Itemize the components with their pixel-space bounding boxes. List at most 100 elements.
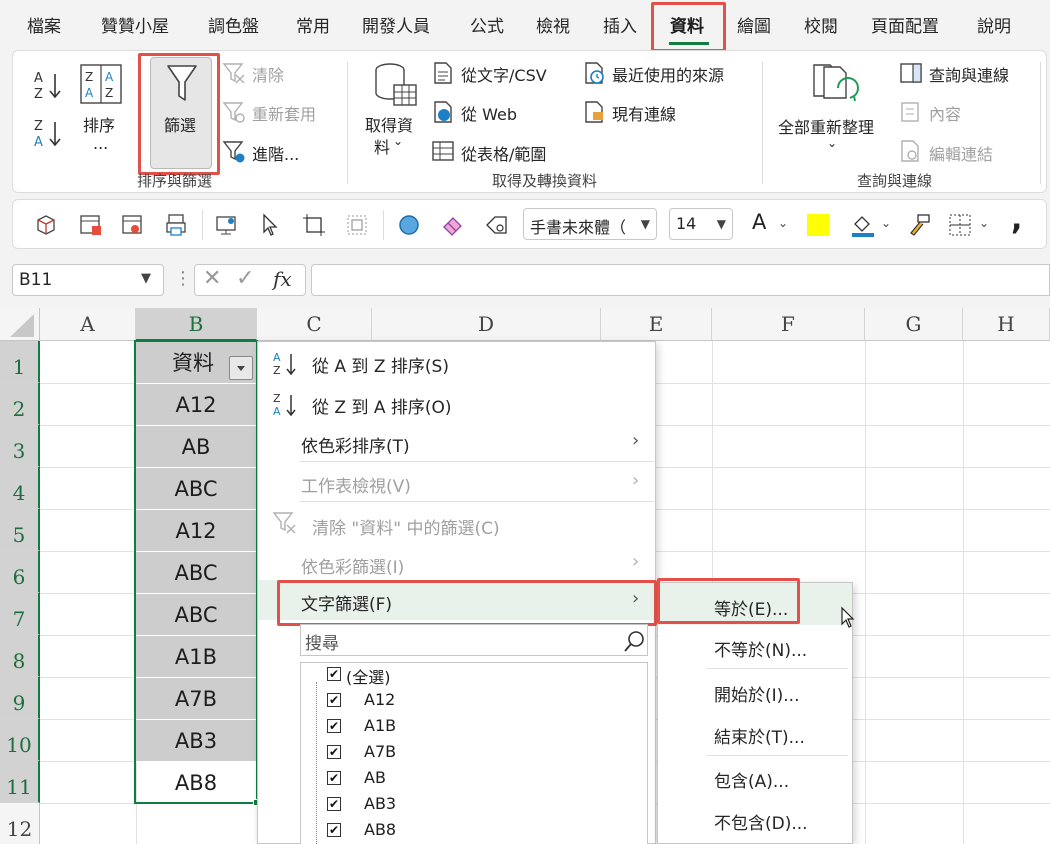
fill-bucket-icon[interactable] [850,212,876,238]
insert-function-button[interactable]: fx [273,267,292,291]
from-table-button[interactable]: 從表格/範圍 [461,141,546,165]
row-header-7[interactable]: 7 [0,593,40,635]
autofilter-dropdown-button[interactable] [229,356,253,380]
menu-text-filters[interactable]: 文字篩選(F) [301,590,392,615]
submenu-not-equals[interactable]: 不等於(N)... [714,636,807,661]
queries-connections-button[interactable]: 查詢與連線 [929,62,1009,86]
chevron-down-icon[interactable]: ⌄ [881,216,891,230]
screen-select-icon[interactable] [214,212,240,238]
tab-draw[interactable]: 繪圖 [737,12,771,37]
tab-review[interactable]: 校閱 [804,12,838,37]
submenu-contains[interactable]: 包含(A)... [714,767,789,792]
formula-input[interactable] [311,264,1050,296]
group-objects-icon[interactable] [344,212,370,238]
recent-sources-button[interactable]: 最近使用的來源 [612,62,724,86]
row-header-9[interactable]: 9 [0,677,40,719]
row-header-2[interactable]: 2 [0,383,40,425]
edit-links-button[interactable]: 編輯連結 [929,141,993,165]
row-header-4[interactable]: 4 [0,467,40,509]
submenu-not-contains[interactable]: 不包含(D)... [714,809,808,834]
crop-icon[interactable] [301,212,327,238]
column-header-f[interactable]: F [712,308,865,341]
tab-data[interactable]: 資料 [670,12,704,37]
row-header-1[interactable]: 1 [0,341,40,383]
tab-insert[interactable]: 插入 [603,12,637,37]
record-macro-icon[interactable] [120,212,146,238]
row-header-10[interactable]: 10 [0,719,40,761]
sort-button-label[interactable]: 排序 [83,112,115,136]
list-item[interactable]: AB8 [364,820,396,839]
pointer-icon[interactable] [257,212,283,238]
clear-button[interactable]: 清除 [252,62,284,86]
menu-sheet-view[interactable]: 工作表檢視(V) [301,472,411,497]
column-header-g[interactable]: G [865,308,963,341]
checkbox-item[interactable]: ✔ [327,719,341,733]
tag-shape-icon[interactable] [484,212,510,238]
get-data-label-2[interactable]: 料 [374,134,390,158]
submenu-equals[interactable]: 等於(E)... [714,595,788,620]
advanced-button[interactable]: 進階... [252,141,299,165]
checkbox-item[interactable]: ✔ [327,693,341,707]
eraser-icon[interactable] [440,212,466,238]
refresh-all-button[interactable]: 全部重新整理 [778,114,874,138]
tab-formulas[interactable]: 公式 [470,12,504,37]
tab-developer[interactable]: 開發人員 [362,12,430,37]
tab-page-layout[interactable]: 頁面配置 [871,12,939,37]
format-painter-icon[interactable] [906,212,932,238]
menu-clear-filter[interactable]: 清除 "資料" 中的篩選(C) [312,514,500,539]
form-icon[interactable] [78,212,104,238]
font-name-combo[interactable]: 手書未來體（ ▼ [523,208,657,240]
column-header-h[interactable]: H [963,308,1050,341]
confirm-entry-icon[interactable]: ✓ [236,266,254,291]
menu-sort-az[interactable]: 從 A 到 Z 排序(S) [312,352,449,377]
existing-connections-button[interactable]: 現有連線 [612,101,676,125]
get-data-label-1[interactable]: 取得資 [365,112,413,136]
font-color-button[interactable]: A [752,210,766,234]
cell-b7[interactable]: ABC [136,594,256,636]
chevron-down-icon[interactable]: ⌄ [979,216,989,230]
cell-b8[interactable]: A1B [136,636,256,678]
column-header-d[interactable]: D [372,308,601,341]
row-header-5[interactable]: 5 [0,509,40,551]
row-header-12[interactable]: 12 [0,803,40,844]
checkbox-item[interactable]: ✔ [327,771,341,785]
list-item[interactable]: A12 [364,690,395,709]
filter-search-input[interactable]: 搜尋 [300,624,648,656]
tab-home[interactable]: 常用 [296,12,330,37]
select-all-corner[interactable] [0,308,40,341]
tab-palette[interactable]: 調色盤 [208,12,259,37]
properties-button[interactable]: 內容 [929,101,961,125]
checkbox-item[interactable]: ✔ [327,797,341,811]
submenu-begins-with[interactable]: 開始於(I)... [714,681,800,706]
list-item[interactable]: AB [364,768,386,787]
submenu-ends-with[interactable]: 結束於(T)... [714,723,805,748]
checkbox-item[interactable]: ✔ [327,823,341,837]
reapply-button[interactable]: 重新套用 [252,101,316,125]
menu-sort-by-color[interactable]: 依色彩排序(T) [301,432,410,457]
column-header-c[interactable]: C [257,308,372,341]
column-header-b[interactable]: B [136,308,257,341]
column-header-a[interactable]: A [40,308,136,341]
font-size-combo[interactable]: 14 ▼ [669,208,733,240]
sort-za-icon[interactable]: Z A [32,116,64,150]
list-item-select-all[interactable]: (全選) [346,664,391,688]
row-header-3[interactable]: 3 [0,425,40,467]
highlight-color-swatch[interactable] [807,214,829,236]
cell-b3[interactable]: AB [136,426,256,468]
sort-dialog-icon[interactable]: Z A A Z [79,63,123,105]
tab-file[interactable]: 檔案 [27,12,61,37]
checkbox-item[interactable]: ✔ [327,745,341,759]
cell-b5[interactable]: A12 [136,510,256,552]
cell-b9[interactable]: A7B [136,678,256,720]
column-header-e[interactable]: E [601,308,712,341]
sort-az-icon[interactable]: A Z [32,68,64,102]
cell-b2[interactable]: A12 [136,384,256,426]
list-item[interactable]: AB3 [364,794,396,813]
print-form-icon[interactable] [164,212,190,238]
row-header-8[interactable]: 8 [0,635,40,677]
list-item[interactable]: A7B [364,742,396,761]
tab-view[interactable]: 檢視 [536,12,570,37]
chevron-down-icon[interactable]: ⌄ [778,216,788,230]
name-box[interactable]: B11 ▼ [12,264,164,296]
comma-style-button[interactable]: , [1011,202,1022,237]
